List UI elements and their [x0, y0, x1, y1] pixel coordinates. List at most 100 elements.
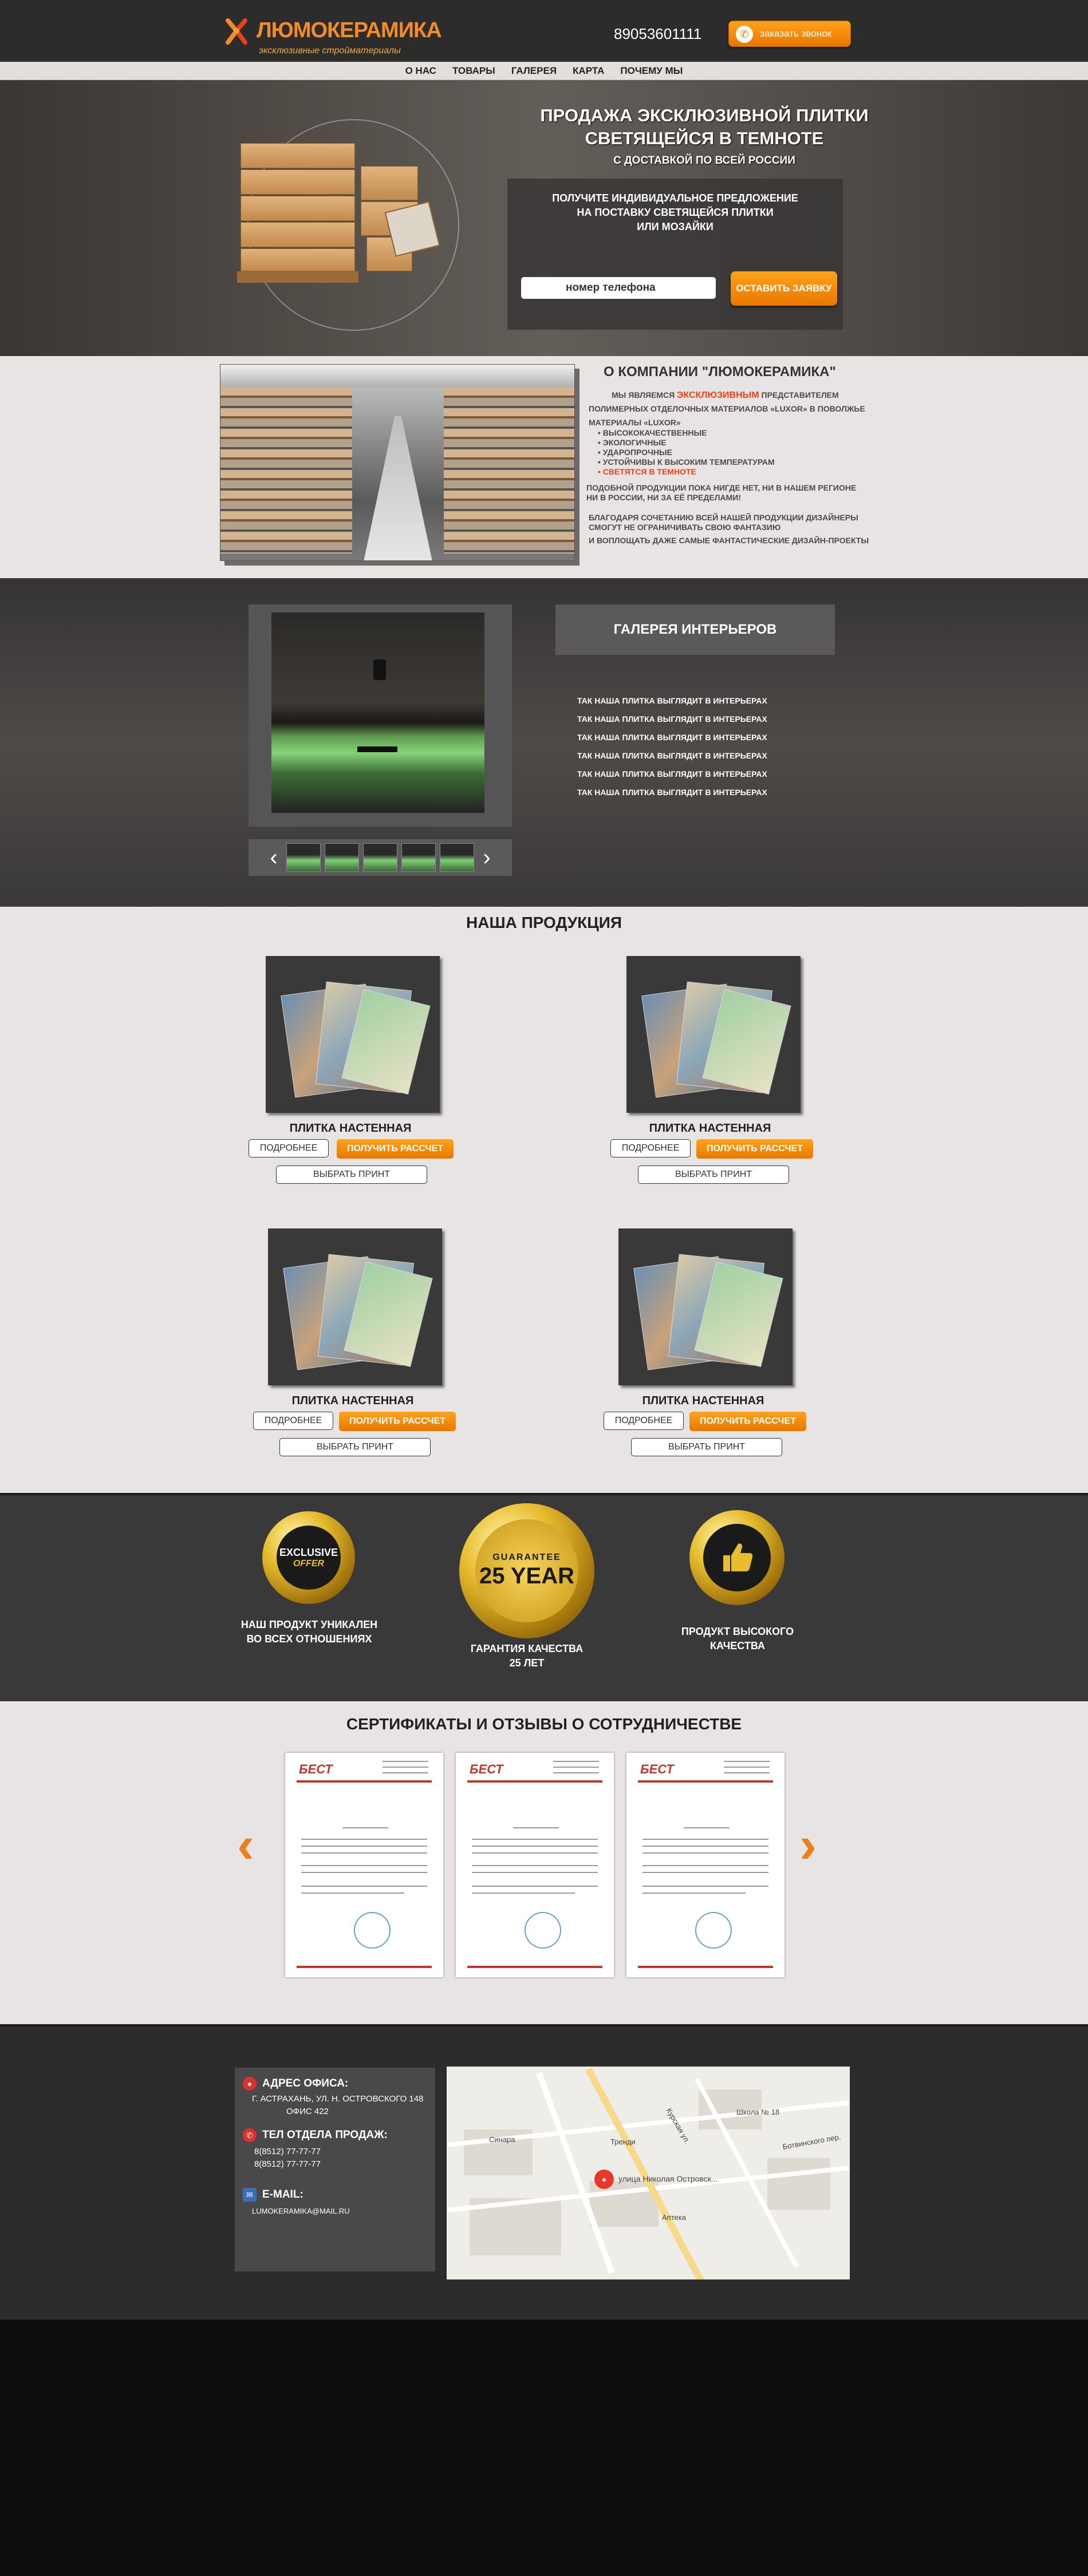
product-image[interactable]: [626, 956, 801, 1113]
logo-icon[interactable]: [222, 15, 251, 49]
offer-line2: НА ПОСТАВКУ СВЕТЯЩЕЙСЯ ПЛИТКИ: [577, 207, 774, 218]
badge-seal-line1: GUARANTEE: [492, 1552, 561, 1562]
sales-phone-1[interactable]: 8(8512) 77-77-77: [254, 2146, 321, 2158]
location-pin-icon: ●: [243, 2077, 257, 2091]
about-para1-line1: ПОДОБНОЙ ПРОДУКЦИИ ПОКА НИГДЕ НЕТ, НИ В …: [586, 483, 857, 492]
get-quote-button[interactable]: ПОЛУЧИТЬ РАССЧЕТ: [339, 1412, 456, 1431]
email-link[interactable]: LUMOKERAMIKA@MAIL.RU: [252, 2205, 350, 2218]
get-quote-button[interactable]: ПОЛУЧИТЬ РАССЧЕТ: [337, 1139, 454, 1159]
product-image[interactable]: [268, 1228, 442, 1385]
get-quote-button[interactable]: ПОЛУЧИТЬ РАССЧЕТ: [689, 1412, 806, 1431]
choose-print-button[interactable]: ВЫБРАТЬ ПРИНТ: [638, 1165, 789, 1184]
sales-phone-heading-label: ТЕЛ ОТДЕЛА ПРОДАЖ:: [262, 2129, 388, 2141]
chevron-left-icon[interactable]: ‹: [265, 845, 282, 871]
mail-icon: ✉: [243, 2188, 257, 2202]
hero-title: ПРОДАЖА ЭКСКЛЮЗИВНОЙ ПЛИТКИ СВЕТЯЩЕЙСЯ В…: [504, 104, 905, 150]
certificate-card[interactable]: БЕСТ: [456, 1753, 614, 1977]
gallery-thumbnail[interactable]: [440, 843, 474, 872]
email-heading-label: E-MAIL:: [262, 2188, 303, 2200]
details-button[interactable]: ПОДРОБНЕЕ: [610, 1139, 691, 1157]
map-label-pharmacy: Аптека: [662, 2213, 686, 2222]
gallery-title: ГАЛЕРЕЯ ИНТЕРЬЕРОВ: [555, 605, 835, 655]
guarantee-badge: GUARANTEE 25 YEAR: [459, 1503, 594, 1638]
gallery-caption: ТАК НАША ПЛИТКА ВЫГЛЯДИТ В ИНТЕРЬЕРАХ: [577, 714, 767, 724]
products-section: НАША ПРОДУКЦИЯ ПЛИТКА НАСТЕННАЯ ПОДРОБНЕ…: [0, 907, 1088, 1493]
warehouse-image: [220, 364, 575, 561]
gallery-caption: ТАК НАША ПЛИТКА ВЫГЛЯДИТ В ИНТЕРЬЕРАХ: [577, 788, 767, 797]
about-intro-highlight: ЭКСКЛЮЗИВНЫМ: [677, 390, 759, 400]
choose-print-button[interactable]: ВЫБРАТЬ ПРИНТ: [279, 1438, 431, 1456]
offer-line3: ИЛИ МОЗАЙКИ: [637, 221, 713, 232]
nav-item-products[interactable]: ТОВАРЫ: [444, 62, 503, 80]
product-card: ПЛИТКА НАСТЕННАЯ ПОДРОБНЕЕ ПОЛУЧИТЬ РАСС…: [250, 1228, 456, 1463]
logo-title[interactable]: ЛЮМОКЕРАМИКА: [257, 18, 442, 43]
email-heading: ✉ E-MAIL:: [243, 2188, 303, 2202]
office-map[interactable]: Школа № 18 Синара Тренди Аптека Курская …: [447, 2067, 850, 2279]
phone-input[interactable]: [521, 277, 716, 299]
chevron-right-icon[interactable]: ›: [799, 1816, 817, 1875]
thumbs-up-icon: [703, 1524, 771, 1591]
nav-item-why-us[interactable]: ПОЧЕМУ МЫ: [612, 62, 691, 80]
order-button[interactable]: ОСТАВИТЬ ЗАЯВКУ: [731, 271, 837, 306]
gallery-thumbnail[interactable]: [363, 843, 397, 872]
product-name: ПЛИТКА НАСТЕННАЯ: [649, 1122, 771, 1135]
chevron-left-icon[interactable]: ‹: [237, 1816, 254, 1875]
contacts-section: ● АДРЕС ОФИСА: Г. АСТРАХАНЬ, УЛ. Н. ОСТР…: [0, 2024, 1088, 2320]
callback-button[interactable]: ✆ заказать звонок: [728, 21, 851, 47]
main-nav: О НАС ТОВАРЫ ГАЛЕРЕЯ КАРТА ПОЧЕМУ МЫ: [0, 62, 1088, 80]
choose-print-button[interactable]: ВЫБРАТЬ ПРИНТ: [276, 1165, 427, 1184]
map-label-street1: Курская ул.: [664, 2106, 692, 2146]
feature-item: • УСТОЙЧИВЫ К ВЫСОКИМ ТЕМПЕРАТУРАМ: [598, 457, 775, 467]
phone-icon: ✆: [243, 2128, 257, 2142]
site-header: ЛЮМОКЕРАМИКА эксклюзивные стройматериалы…: [0, 0, 1088, 62]
map-pin-icon[interactable]: ●: [594, 2170, 614, 2189]
about-para2-line3: И ВОПЛОЩАТЬ ДАЖЕ САМЫЕ ФАНТАСТИЧЕСКИЕ ДИ…: [589, 536, 869, 545]
gallery-thumbnail[interactable]: [286, 843, 321, 872]
product-image[interactable]: [266, 956, 440, 1113]
gallery-main-image[interactable]: [271, 613, 484, 813]
gallery-caption: ТАК НАША ПЛИТКА ВЫГЛЯДИТ В ИНТЕРЬЕРАХ: [577, 769, 767, 779]
pallet-image: [237, 143, 481, 315]
gallery-caption: ТАК НАША ПЛИТКА ВЫГЛЯДИТ В ИНТЕРЬЕРАХ: [577, 751, 767, 760]
chevron-right-icon[interactable]: ›: [478, 845, 495, 871]
about-para1-line2: НИ В РОССИИ, НИ ЗА ЕЁ ПРЕДЕЛАМИ!: [586, 493, 742, 502]
sales-phone-heading: ✆ ТЕЛ ОТДЕЛА ПРОДАЖ:: [243, 2128, 388, 2142]
details-button[interactable]: ПОДРОБНЕЕ: [249, 1139, 329, 1157]
about-intro-after: ПРЕДСТАВИТЕЛЕМ: [759, 390, 839, 400]
sales-phone-2[interactable]: 8(8512) 77-77-77: [254, 2158, 321, 2171]
badge-caption: ГАРАНТИЯ КАЧЕСТВА 25 ЛЕТ: [424, 1642, 630, 1670]
address-heading-label: АДРЕС ОФИСА:: [262, 2077, 349, 2089]
gallery-thumbnail[interactable]: [325, 843, 359, 872]
address-line2: ОФИС 422: [286, 2107, 329, 2116]
product-card: ПЛИТКА НАСТЕННАЯ ПОДРОБНЕЕ ПОЛУЧИТЬ РАСС…: [247, 956, 454, 1191]
certificates-section: СЕРТИФИКАТЫ И ОТЗЫВЫ О СОТРУДНИЧЕСТВЕ ‹ …: [0, 1701, 1088, 2024]
badge-caption-line2: КАЧЕСТВА: [710, 1640, 765, 1652]
product-image[interactable]: [618, 1228, 793, 1385]
certificate-card[interactable]: БЕСТ: [626, 1753, 785, 1977]
sales-phones: 8(8512) 77-77-77 8(8512) 77-77-77: [254, 2146, 321, 2171]
offer-text: ПОЛУЧИТЕ ИНДИВИДУАЛЬНОЕ ПРЕДЛОЖЕНИЕ НА П…: [507, 191, 843, 234]
feature-item: • ВЫСОКОКАЧЕСТВЕННЫЕ: [598, 428, 707, 437]
gallery-caption: ТАК НАША ПЛИТКА ВЫГЛЯДИТ В ИНТЕРЬЕРАХ: [577, 733, 767, 742]
header-phone[interactable]: 89053601111: [614, 25, 701, 43]
gallery-thumbnails: ‹ ›: [249, 839, 512, 876]
details-button[interactable]: ПОДРОБНЕЕ: [604, 1412, 684, 1430]
badge-seal-line2: 25 YEAR: [479, 1563, 574, 1589]
badge-caption-line2: ВО ВСЕХ ОТНОШЕНИЯХ: [246, 1633, 372, 1645]
gallery-frame: [249, 605, 512, 827]
about-para2-line1: БЛАГОДАРЯ СОЧЕТАНИЮ ВСЕЙ НАШЕЙ ПРОДУКЦИИ…: [589, 513, 858, 522]
badge-seal-line2: OFFER: [293, 1558, 325, 1568]
nav-item-about[interactable]: О НАС: [397, 62, 444, 80]
gallery-thumbnail[interactable]: [401, 843, 436, 872]
quality-badge: [689, 1510, 785, 1605]
map-label-school: Школа № 18: [736, 2108, 780, 2116]
badge-caption-line2: 25 ЛЕТ: [509, 1657, 545, 1669]
nav-item-map[interactable]: КАРТА: [565, 62, 612, 80]
details-button[interactable]: ПОДРОБНЕЕ: [253, 1412, 333, 1430]
choose-print-button[interactable]: ВЫБРАТЬ ПРИНТ: [631, 1438, 782, 1456]
get-quote-button[interactable]: ПОЛУЧИТЬ РАССЧЕТ: [696, 1139, 813, 1159]
nav-item-gallery[interactable]: ГАЛЕРЕЯ: [503, 62, 565, 80]
address-heading: ● АДРЕС ОФИСА:: [243, 2077, 348, 2091]
feature-item-highlight: • СВЕТЯТСЯ В ТЕМНОТЕ: [598, 467, 696, 476]
certificate-card[interactable]: БЕСТ: [285, 1753, 443, 1977]
